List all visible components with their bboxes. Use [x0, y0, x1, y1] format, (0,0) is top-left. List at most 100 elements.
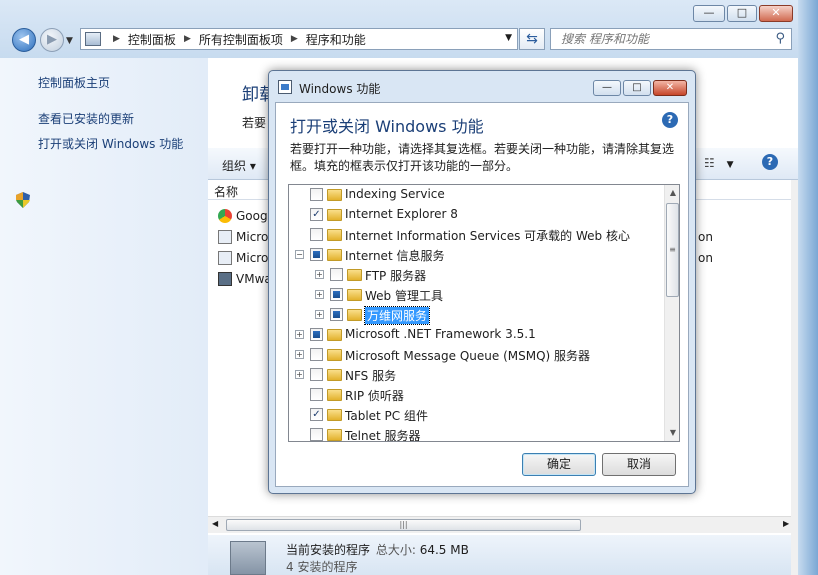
back-button[interactable]: ◀: [12, 28, 36, 52]
feature-checkbox[interactable]: [310, 428, 323, 441]
breadcrumb-control-panel[interactable]: 控制面板: [128, 31, 176, 48]
folder-icon: [347, 289, 362, 301]
feature-label: Telnet 服务器: [345, 429, 421, 442]
feature-label: RIP 侦听器: [345, 389, 404, 403]
program-name: Micro: [236, 251, 269, 265]
program-row[interactable]: Goog: [218, 206, 268, 226]
expand-icon[interactable]: +: [295, 330, 304, 339]
dialog-minimize-button[interactable]: —: [593, 80, 621, 96]
folder-icon: [327, 369, 342, 381]
feature-row[interactable]: + Microsoft Message Queue (MSMQ) 服务器: [289, 345, 664, 365]
back-arrow-icon: ◀: [19, 32, 29, 47]
horizontal-scrollbar[interactable]: ◀ ||| ▶: [208, 516, 798, 533]
feature-label: Web 管理工具: [365, 289, 443, 303]
expand-icon[interactable]: +: [315, 290, 324, 299]
minimize-icon: —: [602, 82, 612, 93]
expand-icon[interactable]: +: [315, 310, 324, 319]
scroll-left-icon[interactable]: ◀: [212, 519, 218, 528]
expand-icon[interactable]: +: [315, 270, 324, 279]
collapse-icon[interactable]: −: [295, 250, 304, 259]
feature-label: FTP 服务器: [365, 269, 427, 283]
feature-checkbox[interactable]: [310, 248, 323, 261]
windows-features-link[interactable]: 打开或关闭 Windows 功能: [38, 135, 183, 152]
program-icon: [218, 251, 232, 265]
feature-checkbox[interactable]: [330, 288, 343, 301]
scroll-up-icon[interactable]: ▲: [665, 185, 679, 201]
feature-checkbox[interactable]: ✓: [310, 408, 323, 421]
dialog-maximize-button[interactable]: □: [623, 80, 651, 96]
refresh-button[interactable]: ⇆: [519, 28, 545, 50]
breadcrumb-all-items[interactable]: 所有控制面板项: [199, 31, 283, 48]
feature-row[interactable]: + 万维网服务: [289, 305, 664, 325]
program-row[interactable]: VMwa: [218, 269, 272, 289]
feature-row[interactable]: − Internet 信息服务: [289, 245, 664, 265]
feature-row[interactable]: Indexing Service: [289, 185, 664, 205]
uac-shield-icon: [16, 192, 30, 208]
cancel-button[interactable]: 取消: [602, 453, 676, 476]
control-panel-home-link[interactable]: 控制面板主页: [38, 74, 110, 91]
feature-row[interactable]: + Microsoft .NET Framework 3.5.1: [289, 325, 664, 345]
feature-row[interactable]: RIP 侦听器: [289, 385, 664, 405]
status-count: 4 安装的程序: [286, 560, 358, 574]
feature-checkbox[interactable]: [330, 268, 343, 281]
search-box[interactable]: ⚲: [550, 28, 792, 50]
search-icon[interactable]: ⚲: [775, 31, 785, 46]
feature-label: Microsoft Message Queue (MSMQ) 服务器: [345, 349, 591, 363]
breadcrumb-programs-features[interactable]: 程序和功能: [306, 31, 366, 48]
ok-button[interactable]: 确定: [522, 453, 596, 476]
close-icon: ✕: [665, 82, 675, 93]
program-name: Goog: [236, 209, 268, 223]
dialog-titlebar[interactable]: Windows 功能 — □ ✕: [269, 71, 695, 103]
feature-row[interactable]: Telnet 服务器: [289, 425, 664, 442]
folder-icon: [347, 269, 362, 281]
maximize-icon: □: [736, 6, 748, 19]
feature-row[interactable]: Internet Information Services 可承载的 Web 核…: [289, 225, 664, 245]
feature-row[interactable]: + Web 管理工具: [289, 285, 664, 305]
feature-row[interactable]: ✓ Tablet PC 组件: [289, 405, 664, 425]
scroll-right-icon[interactable]: ▶: [783, 519, 789, 528]
feature-checkbox[interactable]: ✓: [310, 208, 323, 221]
folder-icon: [347, 309, 362, 321]
folder-icon: [327, 409, 342, 421]
address-dropdown-icon[interactable]: ▼: [505, 33, 512, 43]
minimize-button[interactable]: —: [693, 5, 725, 22]
feature-checkbox[interactable]: [330, 308, 343, 321]
search-input[interactable]: [551, 29, 761, 49]
view-updates-link[interactable]: 查看已安装的更新: [38, 110, 134, 127]
folder-icon: [327, 389, 342, 401]
minimize-icon: —: [703, 6, 715, 19]
program-row[interactable]: Micro: [218, 227, 268, 247]
feature-row[interactable]: + NFS 服务: [289, 365, 664, 385]
maximize-button[interactable]: □: [727, 5, 757, 22]
forward-button[interactable]: ▶: [40, 28, 64, 52]
main-vertical-scrollbar[interactable]: [791, 180, 798, 575]
dialog-title: Windows 功能: [299, 82, 381, 96]
address-bar[interactable]: ▶ 控制面板 ▶ 所有控制面板项 ▶ 程序和功能 ▼: [80, 28, 518, 50]
feature-checkbox[interactable]: [310, 388, 323, 401]
view-options-button[interactable]: ☷ ▼: [704, 156, 734, 170]
help-icon[interactable]: ?: [662, 112, 678, 128]
recent-pages-dropdown[interactable]: ▼: [66, 36, 73, 46]
tree-vertical-scrollbar[interactable]: ▲ ≡ ▼: [664, 185, 679, 441]
tree-scroll-thumb[interactable]: ≡: [666, 203, 679, 297]
feature-checkbox[interactable]: [310, 348, 323, 361]
dialog-close-button[interactable]: ✕: [653, 80, 687, 96]
feature-checkbox[interactable]: [310, 188, 323, 201]
horizontal-scroll-thumb[interactable]: |||: [226, 519, 581, 531]
folder-icon: [327, 189, 342, 201]
vmware-icon: [218, 272, 232, 286]
feature-row[interactable]: + FTP 服务器: [289, 265, 664, 285]
feature-row[interactable]: ✓ Internet Explorer 8: [289, 205, 664, 225]
scroll-down-icon[interactable]: ▼: [665, 425, 679, 441]
feature-checkbox[interactable]: [310, 328, 323, 341]
close-button[interactable]: ✕: [759, 5, 793, 22]
feature-label: Internet 信息服务: [345, 249, 445, 263]
feature-checkbox[interactable]: [310, 228, 323, 241]
folder-icon: [327, 249, 342, 261]
help-icon[interactable]: ?: [762, 154, 778, 170]
expand-icon[interactable]: +: [295, 350, 304, 359]
program-row[interactable]: Micro: [218, 248, 268, 268]
expand-icon[interactable]: +: [295, 370, 304, 379]
organize-button[interactable]: 组织 ▾: [222, 157, 256, 174]
feature-checkbox[interactable]: [310, 368, 323, 381]
